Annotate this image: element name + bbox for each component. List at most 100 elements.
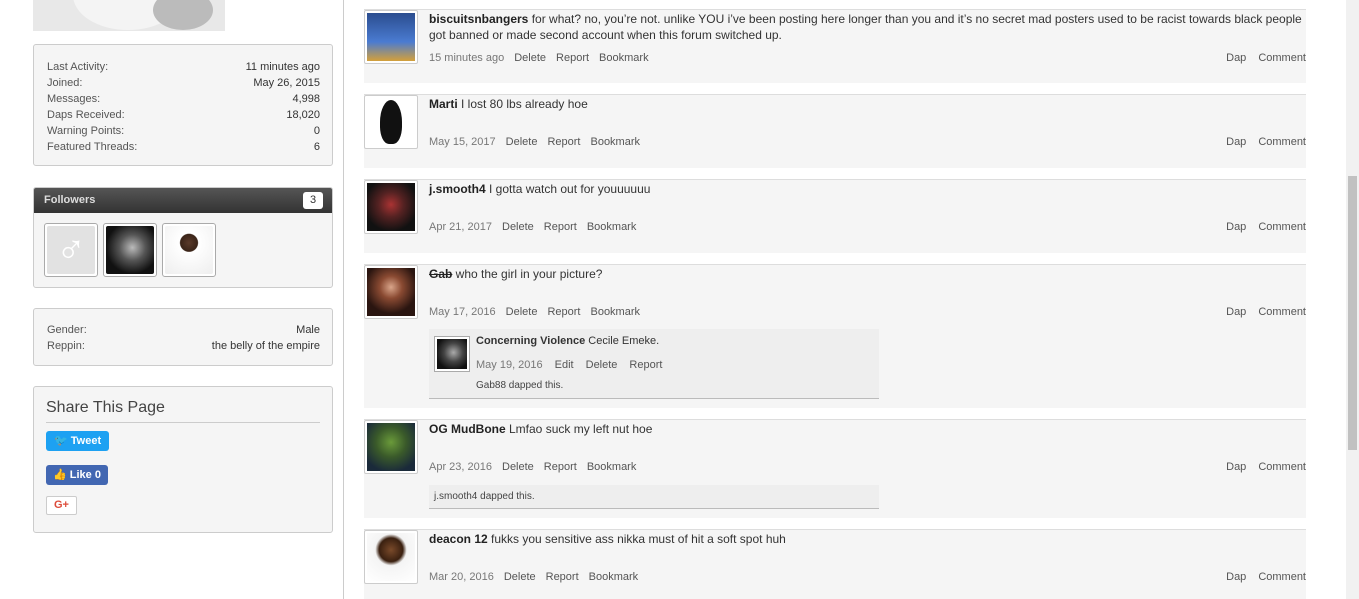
stat-daps: Daps Received: 18,020 [47,107,320,123]
report-link[interactable]: Report [547,306,580,318]
post-avatar[interactable] [364,95,418,149]
stat-last-activity: Last Activity: 11 minutes ago [47,59,320,75]
followers-header: Followers 3 [34,188,332,213]
post-author[interactable]: OG MudBone [429,422,506,436]
stat-messages: Messages: 4,998 [47,91,320,107]
comment-link[interactable]: Comment [1258,461,1306,473]
profile-gender: Gender: Male [47,322,320,338]
stat-value: 6 [313,141,320,153]
post-actions: Dap Comment [1226,221,1306,233]
stat-label: Messages: [47,93,101,105]
report-link[interactable]: Report [544,461,577,473]
comment-text: Cecile Emeke. [585,335,660,347]
delete-link[interactable]: Delete [502,461,534,473]
dap-link[interactable]: Dap [1226,52,1246,64]
comment-meta: May 19, 2016 Edit Delete Report [476,359,662,371]
dap-link[interactable]: Dap [1226,461,1246,473]
google-plus-button[interactable]: G+ [46,496,77,515]
stat-value: 4,998 [292,93,320,105]
comment-author[interactable]: Concerning Violence [476,335,585,347]
profile-post: Gab who the girl in your picture? May 17… [364,264,1306,408]
post-author[interactable]: Marti [429,97,458,111]
post-date[interactable]: Apr 23, 2016 [429,461,492,473]
column-divider [343,0,344,599]
bookmark-link[interactable]: Bookmark [587,221,637,233]
post-body: Gab who the girl in your picture? [429,266,1306,282]
post-date[interactable]: May 15, 2017 [429,136,496,148]
comment-link[interactable]: Comment [1258,571,1306,583]
stat-label: Daps Received: [47,109,125,121]
bookmark-link[interactable]: Bookmark [599,52,649,64]
dap-link[interactable]: Dap [1226,306,1246,318]
post-author[interactable]: biscuitsnbangers [429,12,528,26]
follower-avatar[interactable] [103,223,157,277]
follower-avatar[interactable] [162,223,216,277]
comment-link[interactable]: Comment [1258,136,1306,148]
facebook-like-button[interactable]: 👍 Like 0 [46,465,108,485]
followers-count-badge[interactable]: 3 [303,192,323,209]
post-avatar[interactable] [364,180,418,234]
post-date[interactable]: Apr 21, 2017 [429,221,492,233]
comment-link[interactable]: Comment [1258,306,1306,318]
comment-date[interactable]: May 19, 2016 [476,359,543,371]
delete-link[interactable]: Delete [586,359,618,371]
bookmark-link[interactable]: Bookmark [587,461,637,473]
follower-avatar[interactable]: ♂ [44,223,98,277]
post-meta: Mar 20, 2016 Delete Report Bookmark [429,571,638,583]
page-scrollbar[interactable] [1346,0,1359,599]
post-date[interactable]: Mar 20, 2016 [429,571,494,583]
dapped-bar: j.smooth4 dapped this. [429,485,879,509]
stat-value: May 26, 2015 [253,77,320,89]
lion-image [106,226,154,274]
avatar-image [367,423,415,471]
scrollbar-thumb[interactable] [1348,176,1357,450]
profile-post: Marti I lost 80 lbs already hoe May 15, … [364,94,1306,168]
male-symbol-icon: ♂ [47,226,95,274]
report-link[interactable]: Report [629,359,662,371]
post-body: deacon 12 fukks you sensitive ass nikka … [429,531,1306,547]
post-date[interactable]: May 17, 2016 [429,306,496,318]
post-avatar[interactable] [364,420,418,474]
delete-link[interactable]: Delete [506,136,538,148]
post-author[interactable]: j.smooth4 [429,182,486,196]
avatar-image [367,13,415,61]
stat-warning-points: Warning Points: 0 [47,123,320,139]
post-date[interactable]: 15 minutes ago [429,52,504,64]
post-avatar[interactable] [364,265,418,319]
report-link[interactable]: Report [546,571,579,583]
edit-link[interactable]: Edit [555,359,574,371]
report-link[interactable]: Report [547,136,580,148]
comment-avatar[interactable] [434,336,470,372]
report-link[interactable]: Report [544,221,577,233]
bookmark-link[interactable]: Bookmark [589,571,639,583]
dap-link[interactable]: Dap [1226,221,1246,233]
profile-stats: Last Activity: 11 minutes ago Joined: May … [33,44,333,166]
post-text: fukks you sensitive ass nikka must of hi… [487,532,786,546]
twitter-bird-icon: 🐦 [54,435,68,447]
report-link[interactable]: Report [556,52,589,64]
post-author[interactable]: Gab [429,267,452,281]
tweet-button[interactable]: 🐦 Tweet [46,431,110,451]
bookmark-link[interactable]: Bookmark [590,136,640,148]
stat-featured-threads: Featured Threads: 6 [47,139,320,155]
post-text: who the girl in your picture? [452,267,603,281]
delete-link[interactable]: Delete [514,52,546,64]
delete-link[interactable]: Delete [504,571,536,583]
post-avatar[interactable] [364,10,418,64]
post-avatar[interactable] [364,530,418,584]
dap-link[interactable]: Dap [1226,136,1246,148]
delete-link[interactable]: Delete [506,306,538,318]
profile-value: the belly of the empire [211,340,320,352]
delete-link[interactable]: Delete [502,221,534,233]
avatar-image [367,268,415,316]
bookmark-link[interactable]: Bookmark [590,306,640,318]
profile-info: Gender: Male Reppin: the belly of the empi… [33,308,333,366]
profile-avatar [33,0,225,31]
stat-joined: Joined: May 26, 2015 [47,75,320,91]
comment-link[interactable]: Comment [1258,221,1306,233]
dap-link[interactable]: Dap [1226,571,1246,583]
post-text: I gotta watch out for youuuuuu [485,182,651,196]
post-text: for what? no, you’re not. unlike YOU i’v… [429,12,1302,42]
post-author[interactable]: deacon 12 [429,532,488,546]
comment-link[interactable]: Comment [1258,52,1306,64]
